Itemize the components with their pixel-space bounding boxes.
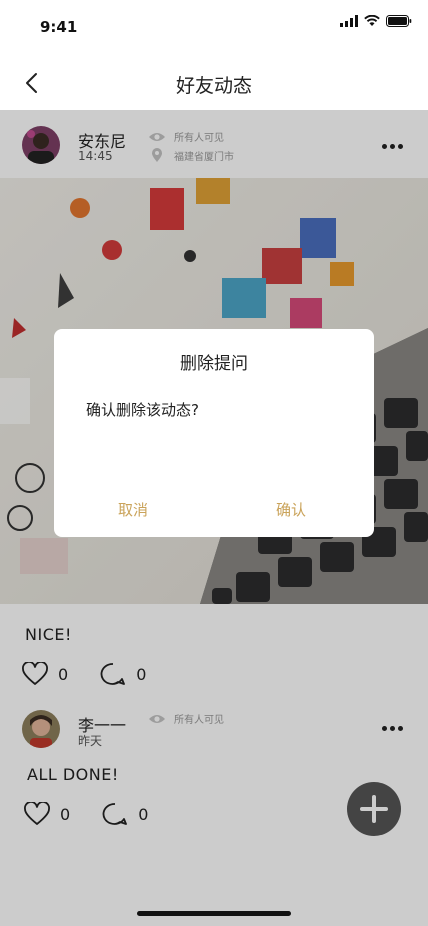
- confirm-button[interactable]: 确认: [276, 499, 306, 520]
- page-title: 好友动态: [175, 75, 252, 97]
- delete-confirm-dialog: 删除提问 确认删除该动态? 取消 确认: [54, 329, 374, 537]
- wifi-icon: [364, 15, 380, 26]
- dialog-title: 删除提问: [180, 354, 248, 374]
- dialog-message: 确认删除该动态?: [86, 401, 199, 419]
- signal-icon: [340, 15, 358, 27]
- home-indicator: [137, 911, 291, 916]
- status-bar: 9:41: [0, 0, 428, 54]
- nav-bar: 好友动态: [0, 54, 428, 110]
- cancel-button[interactable]: 取消: [118, 499, 148, 520]
- status-time: 9:41: [40, 18, 78, 36]
- battery-icon: [386, 15, 412, 27]
